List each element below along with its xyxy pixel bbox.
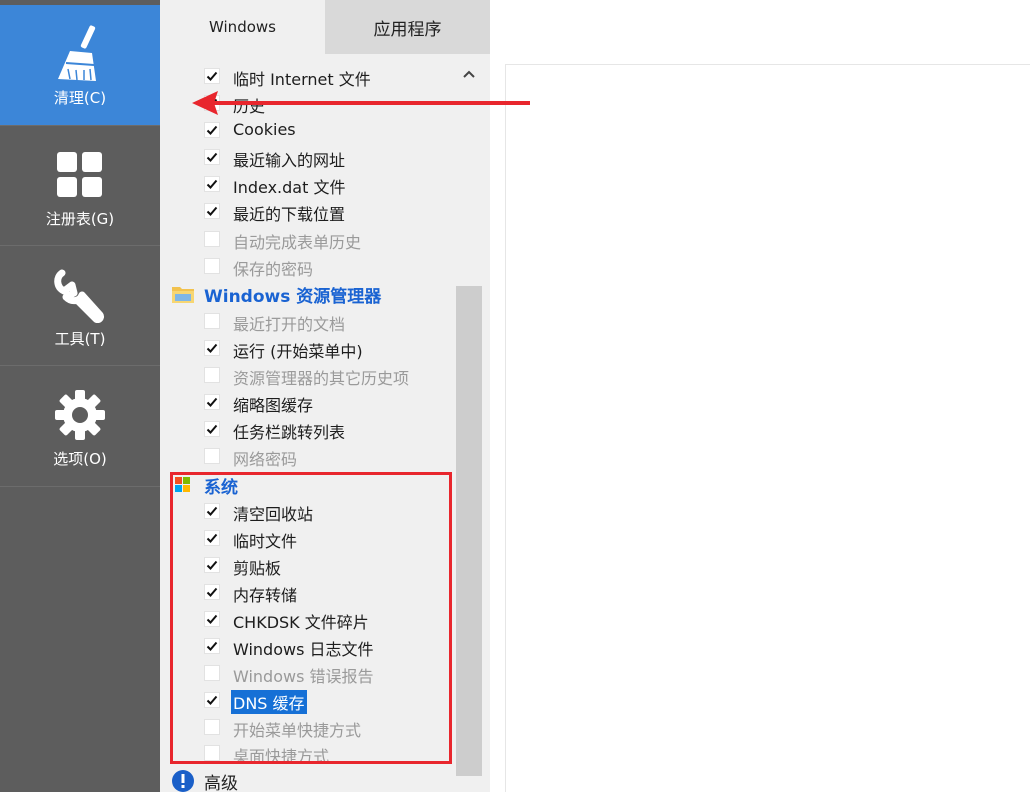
nav-tools[interactable]: 工具(T) <box>0 246 160 366</box>
tree-group-advanced[interactable]: 高级 <box>160 767 450 795</box>
scroll-up-icon[interactable] <box>460 64 478 84</box>
tree-item-label: Index.dat 文件 <box>233 178 346 197</box>
checkbox[interactable] <box>204 448 220 464</box>
results-pane <box>505 64 1030 792</box>
checkbox[interactable] <box>204 258 220 274</box>
nav-registry[interactable]: 注册表(G) <box>0 126 160 246</box>
tree-item-label: 最近的下载位置 <box>233 205 346 224</box>
checkbox[interactable] <box>204 122 220 138</box>
annotation-arrow-icon <box>192 91 530 115</box>
annotation-highlight-box <box>170 472 452 764</box>
tree-item[interactable]: 最近的下载位置 <box>160 198 450 225</box>
scrollbar-thumb[interactable] <box>456 286 482 776</box>
tree-item-label: 保存的密码 <box>233 260 314 279</box>
tree-item[interactable]: 任务栏跳转列表 <box>160 416 450 443</box>
nav-options[interactable]: 选项(O) <box>0 366 160 486</box>
tree-item-label: 缩略图缓存 <box>233 396 314 415</box>
gear-icon <box>54 384 106 446</box>
tree-item[interactable]: 最近打开的文档 <box>160 308 450 335</box>
tree-item[interactable]: 资源管理器的其它历史项 <box>160 362 450 389</box>
tree-item-label: 运行 (开始菜单中) <box>233 342 363 361</box>
tree-item[interactable]: 缩略图缓存 <box>160 389 450 416</box>
checkbox[interactable] <box>204 367 220 383</box>
tree-item[interactable]: 运行 (开始菜单中) <box>160 335 450 362</box>
nav-clean[interactable]: 清理(C) <box>0 5 160 125</box>
sidebar: 清理(C) 注册表(G) 工具(T) 选项(O) <box>0 0 160 792</box>
info-icon <box>171 769 195 793</box>
tree-item-label: 任务栏跳转列表 <box>233 423 346 442</box>
checkbox[interactable] <box>204 68 220 84</box>
tree-item-label: 资源管理器的其它历史项 <box>233 369 410 388</box>
tab-applications[interactable]: 应用程序 <box>325 0 490 54</box>
tree-item[interactable]: 网络密码 <box>160 443 450 470</box>
tree-group-label: Windows 资源管理器 <box>204 287 382 307</box>
tree-group-label: 高级 <box>204 774 238 794</box>
tree-item-label: 自动完成表单历史 <box>233 233 362 252</box>
checkbox[interactable] <box>204 421 220 437</box>
nav-clean-label: 清理(C) <box>53 88 107 107</box>
nav-tools-label: 工具(T) <box>54 329 106 348</box>
checkbox[interactable] <box>204 394 220 410</box>
tree-item[interactable]: 保存的密码 <box>160 253 450 280</box>
tree-item[interactable]: Cookies <box>160 117 450 144</box>
folder-icon <box>171 282 195 306</box>
nav-divider <box>0 486 160 487</box>
tree-item[interactable]: Index.dat 文件 <box>160 171 450 198</box>
tree-item-label: 最近打开的文档 <box>233 315 346 334</box>
checkbox[interactable] <box>204 176 220 192</box>
broom-icon <box>52 23 108 85</box>
tab-bar: Windows 应用程序 <box>160 0 490 54</box>
checkbox[interactable] <box>204 203 220 219</box>
tab-windows[interactable]: Windows <box>160 0 325 54</box>
tree-item-label: 最近输入的网址 <box>233 151 346 170</box>
grid-icon <box>55 144 105 206</box>
tree-item-label: 网络密码 <box>233 450 298 469</box>
wrench-icon <box>52 264 108 326</box>
tree-item[interactable]: 最近输入的网址 <box>160 144 450 171</box>
tree-group-explorer[interactable]: Windows 资源管理器 <box>160 280 450 308</box>
nav-options-label: 选项(O) <box>53 449 107 468</box>
checkbox[interactable] <box>204 313 220 329</box>
checkbox[interactable] <box>204 340 220 356</box>
tree-item[interactable]: 自动完成表单历史 <box>160 226 450 253</box>
checkbox[interactable] <box>204 149 220 165</box>
nav-registry-label: 注册表(G) <box>45 209 115 228</box>
checkbox[interactable] <box>204 231 220 247</box>
tree-item-label: Cookies <box>233 120 296 139</box>
